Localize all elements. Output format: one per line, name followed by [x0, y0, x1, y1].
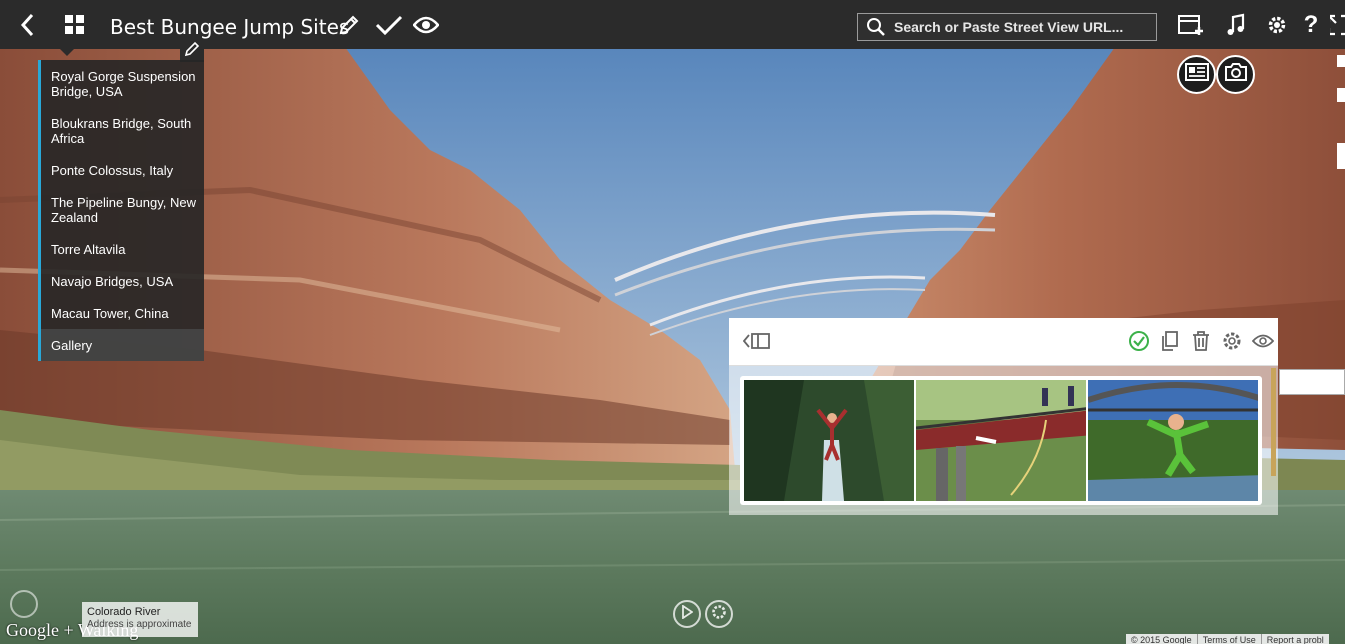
scene-item-label: Macau Tower, China — [51, 305, 169, 321]
grid-icon — [64, 14, 86, 36]
preview-button[interactable] — [411, 0, 441, 49]
back-icon — [20, 13, 36, 37]
scene-item-label: Torre Altavila — [51, 241, 126, 257]
check-circle-icon — [1128, 330, 1150, 357]
confirm-button[interactable] — [1126, 330, 1152, 356]
help-icon: ? — [1303, 10, 1319, 38]
collapse-panel-button[interactable] — [742, 330, 771, 356]
gallery-scrollbar[interactable] — [1271, 368, 1276, 476]
edge-control[interactable] — [1337, 88, 1345, 102]
publish-button[interactable] — [373, 0, 405, 49]
report-link[interactable]: Report a probl — [1262, 634, 1329, 644]
settings-button[interactable] — [1263, 0, 1291, 49]
snapshot-button[interactable] — [1216, 55, 1255, 94]
scene-item-label: Navajo Bridges, USA — [51, 273, 174, 289]
bungee-jumper-river-bridge — [1088, 380, 1258, 501]
map-footer: © 2015 Google Terms of Use Report a prob… — [1126, 634, 1329, 644]
camera-icon — [1224, 62, 1248, 87]
edit-scenes-button[interactable] — [180, 40, 204, 62]
bungee-jumper-bridge — [916, 380, 1086, 501]
scene-item-bloukrans[interactable]: Bloukrans Bridge, South Africa — [38, 107, 204, 154]
copy-icon — [1160, 330, 1180, 357]
gallery-panel — [729, 318, 1278, 515]
eye-icon — [1251, 333, 1275, 354]
eye-icon — [413, 15, 439, 35]
pencil-icon — [338, 14, 360, 36]
edge-control[interactable] — [1337, 55, 1345, 67]
scene-item-label: The Pipeline Bungy, New Zealand — [51, 194, 197, 225]
scene-grid-button[interactable] — [60, 0, 90, 49]
edge-control[interactable] — [1337, 143, 1345, 169]
scene-item-label: Bloukrans Bridge, South Africa — [51, 115, 192, 146]
gear-icon — [1221, 330, 1243, 357]
gallery-thumbnails — [740, 376, 1262, 505]
scene-item-gallery[interactable]: Gallery — [38, 329, 204, 361]
copyright-text: © 2015 Google — [1126, 634, 1198, 644]
panel-settings-button[interactable] — [1219, 330, 1245, 356]
scene-item-torre-altavila[interactable]: Torre Altavila — [38, 233, 204, 265]
music-button[interactable] — [1223, 0, 1249, 49]
bungee-jumper-waterfall — [744, 380, 914, 501]
address-note: Address is approximate — [87, 619, 192, 630]
fullscreen-icon — [1330, 14, 1345, 36]
info-card-button[interactable] — [1177, 55, 1216, 94]
scene-item-ponte-colossus[interactable]: Ponte Colossus, Italy — [38, 154, 204, 186]
fullscreen-button[interactable] — [1330, 0, 1345, 49]
autoplay-settings-button[interactable] — [705, 600, 733, 628]
grid-menu-pointer — [59, 48, 75, 56]
scene-item-pipeline-bungy[interactable]: The Pipeline Bungy, New Zealand — [38, 186, 204, 233]
help-button[interactable]: ? — [1300, 0, 1322, 49]
gallery-thumbnail[interactable] — [1088, 380, 1258, 501]
collapse-panel-icon — [742, 331, 771, 356]
panel-visibility-button[interactable] — [1250, 330, 1276, 356]
scene-item-label: Ponte Colossus, Italy — [51, 162, 174, 178]
trash-icon — [1191, 330, 1211, 357]
scene-item-macau-tower[interactable]: Macau Tower, China — [38, 297, 204, 329]
compass-control[interactable] — [10, 590, 38, 618]
gear-icon — [1266, 14, 1288, 36]
play-icon — [681, 603, 694, 624]
check-icon — [375, 14, 403, 36]
gear-icon — [710, 603, 728, 626]
news-card-icon — [1184, 63, 1209, 86]
delete-button[interactable] — [1188, 330, 1214, 356]
pencil-icon — [184, 41, 200, 62]
back-button[interactable] — [12, 0, 44, 49]
search-input[interactable]: Search or Paste Street View URL... — [857, 13, 1157, 41]
scene-list-panel: Royal Gorge Suspension Bridge, USA Blouk… — [38, 60, 204, 361]
play-button[interactable] — [673, 600, 701, 628]
address-card: Colorado River Address is approximate — [82, 602, 198, 637]
duplicate-button[interactable] — [1157, 330, 1183, 356]
scene-item-royal-gorge[interactable]: Royal Gorge Suspension Bridge, USA — [38, 60, 204, 107]
scene-item-navajo-bridges[interactable]: Navajo Bridges, USA — [38, 265, 204, 297]
search-icon — [866, 17, 886, 37]
add-panel-icon — [1177, 13, 1205, 37]
gallery-toolbar — [729, 318, 1278, 366]
gallery-thumbnail[interactable] — [744, 380, 914, 501]
add-panel-button[interactable] — [1176, 0, 1206, 49]
gallery-thumbnail[interactable] — [916, 380, 1086, 501]
search-placeholder: Search or Paste Street View URL... — [894, 19, 1124, 35]
address-line: Colorado River — [87, 606, 161, 618]
terms-link[interactable]: Terms of Use — [1198, 634, 1262, 644]
scene-item-label: Gallery — [51, 337, 93, 353]
music-icon — [1226, 13, 1246, 37]
side-text-field[interactable] — [1279, 369, 1345, 395]
edit-title-button[interactable] — [336, 0, 362, 49]
scene-item-label: Royal Gorge Suspension Bridge, USA — [51, 68, 196, 99]
tour-title: Best Bungee Jump Sites — [110, 15, 350, 39]
